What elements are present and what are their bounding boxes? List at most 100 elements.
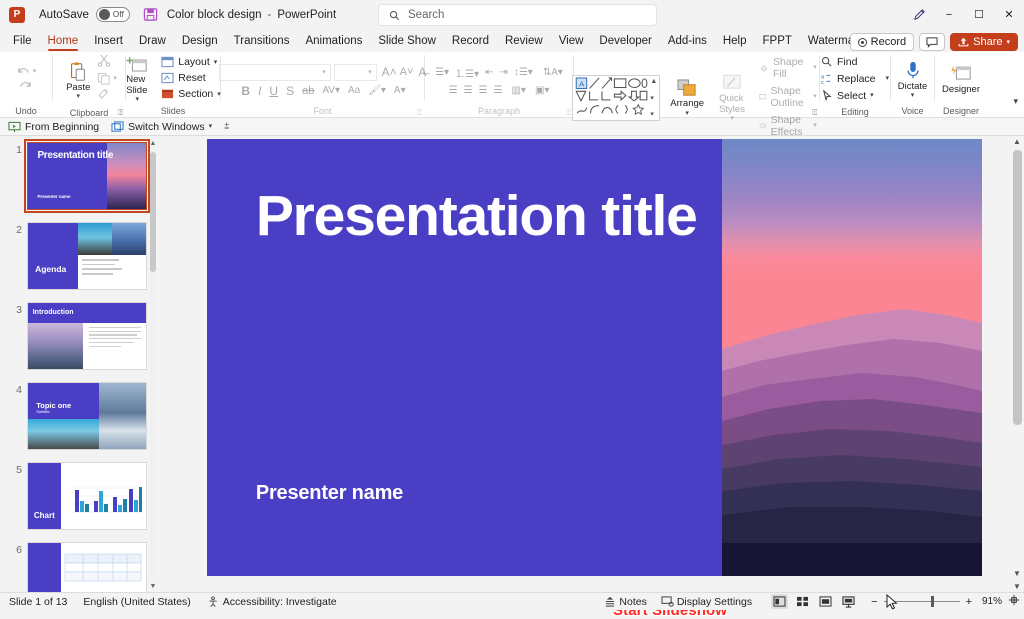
tab-design[interactable]: Design [174, 31, 226, 52]
new-slide-button[interactable]: New Slide ▾ [121, 55, 153, 104]
shapes-gallery[interactable]: A ▲ ▾ ▾ [572, 75, 661, 121]
shape-outline-button[interactable]: Shape Outline ▾ [755, 83, 821, 110]
thumbnail-row[interactable]: 6 [0, 542, 160, 592]
slide-presenter-name[interactable]: Presenter name [256, 482, 403, 505]
thumbnail-row[interactable]: 1 Presentation title Presenter name [0, 139, 160, 213]
format-painter-button[interactable] [97, 87, 117, 103]
thumbnail-slide-5[interactable]: Chart [27, 462, 147, 530]
clipboard-dialog-launcher[interactable]: ⍐ [118, 108, 123, 118]
align-center-icon[interactable]: ☰ [464, 85, 473, 96]
arrange-chevron-down-icon[interactable]: ▾ [685, 110, 689, 117]
tab-view[interactable]: View [551, 31, 592, 52]
text-shadow-button[interactable]: S [286, 84, 294, 98]
tab-record[interactable]: Record [444, 31, 497, 52]
from-beginning-button[interactable]: From Beginning [8, 121, 99, 133]
pen-icon[interactable] [904, 0, 934, 29]
arrange-button[interactable]: Arrange ▾ [665, 78, 709, 118]
new-slide-chevron-down-icon[interactable]: ▾ [135, 96, 139, 103]
notes-button[interactable]: Notes [604, 596, 647, 608]
layout-button[interactable]: Layout ▾ [157, 55, 225, 70]
font-dialog-launcher[interactable]: ⍐ [417, 108, 422, 118]
save-icon[interactable] [143, 7, 158, 22]
quick-styles-chevron-down-icon[interactable]: ▾ [730, 115, 734, 122]
fit-to-window-icon[interactable] [1008, 594, 1020, 609]
share-chevron-down-icon[interactable]: ▾ [1006, 39, 1010, 46]
canvas-scroll-down-arrow-icon[interactable]: ▼ [1010, 569, 1024, 578]
redo-button[interactable] [18, 79, 33, 95]
tab-review[interactable]: Review [497, 31, 551, 52]
font-name-input[interactable]: ▾ [218, 63, 331, 81]
font-size-input[interactable]: ▾ [333, 63, 377, 81]
switch-windows-button[interactable]: Switch Windows ▾ [111, 121, 212, 133]
replace-chevron-down-icon[interactable]: ▾ [886, 75, 890, 82]
thumbnail-row[interactable]: 2 Agenda [0, 222, 160, 290]
autosave-toggle[interactable]: Off [95, 7, 130, 22]
layout-chevron-down-icon[interactable]: ▾ [214, 59, 218, 66]
select-chevron-down-icon[interactable]: ▾ [870, 92, 874, 99]
columns-icon[interactable]: ▥▾ [511, 85, 525, 96]
next-slide-arrow-icon[interactable]: ▼ [1010, 582, 1024, 591]
record-button[interactable]: Record [849, 33, 915, 51]
thumbnail-row[interactable]: 4 Topic one Subtitle [0, 382, 160, 450]
align-left-icon[interactable]: ☰ [449, 85, 458, 96]
comments-button[interactable] [919, 33, 946, 51]
justify-icon[interactable]: ☰ [494, 85, 503, 96]
maximize-button[interactable]: ☐ [964, 0, 994, 29]
numbering-icon[interactable]: ⒈☰▾ [455, 65, 479, 80]
thumbnail-slide-1[interactable]: Presentation title Presenter name [24, 139, 150, 213]
undo-button[interactable]: ▾ [16, 65, 37, 78]
text-highlight-icon[interactable]: 🖌▾ [368, 85, 386, 96]
change-case-icon[interactable]: Aa [348, 85, 360, 96]
canvas-scroll-up-arrow-icon[interactable]: ▲ [1010, 137, 1024, 146]
paragraph-dialog-launcher[interactable]: ⍐ [566, 108, 571, 118]
align-text-icon[interactable]: ▣▾ [535, 85, 549, 96]
sunset-mountains-photo[interactable] [721, 139, 982, 576]
tab-add-ins[interactable]: Add-ins [660, 31, 715, 52]
character-spacing-icon[interactable]: AV▾ [322, 85, 340, 96]
share-button[interactable]: Share ▾ [950, 33, 1018, 51]
zoom-out-button[interactable]: − [871, 596, 877, 608]
canvas-scroll-thumb[interactable] [1013, 150, 1022, 425]
thumbnail-slide-4[interactable]: Topic one Subtitle [27, 382, 147, 450]
paste-button[interactable]: Paste ▾ [61, 60, 95, 102]
slide-title[interactable]: Presentation title [256, 186, 706, 247]
thumbnail-scrollbar[interactable]: ▲ ▼ [148, 140, 158, 590]
quick-styles-button[interactable]: Quick Styles ▾ [714, 73, 750, 123]
more-commands-icon[interactable]: ⩲ [224, 121, 229, 132]
tab-fppt[interactable]: FPPT [755, 31, 800, 52]
accessibility-status[interactable]: Accessibility: Investigate [207, 596, 337, 608]
dictate-button[interactable]: Dictate ▾ [893, 59, 933, 101]
cut-button[interactable] [97, 54, 117, 70]
shrink-font-icon[interactable]: A˅ [400, 66, 414, 78]
tab-transitions[interactable]: Transitions [226, 31, 298, 52]
tab-draw[interactable]: Draw [131, 31, 174, 52]
zoom-level[interactable]: 91% [978, 596, 1002, 607]
thumbnail-scroll-thumb[interactable] [150, 152, 156, 272]
tab-home[interactable]: Home [40, 31, 87, 52]
dictate-chevron-down-icon[interactable]: ▾ [911, 92, 915, 99]
slide-show-view-button[interactable] [840, 594, 857, 609]
decrease-indent-icon[interactable]: ⇤ [485, 67, 493, 78]
shapes-scroll[interactable]: ▲ ▾ ▾ [648, 78, 657, 118]
thumbnail-row[interactable]: 3 Introduction [0, 302, 160, 370]
find-button[interactable]: Find [817, 54, 861, 69]
bullets-icon[interactable]: ☰▾ [435, 67, 449, 78]
designer-button[interactable]: Designer [937, 63, 985, 97]
drawing-dialog-launcher[interactable]: ⍐ [812, 108, 817, 118]
zoom-slider[interactable] [883, 596, 960, 607]
thumbnail-slide-2[interactable]: Agenda [27, 222, 147, 290]
display-settings-button[interactable]: Display Settings [661, 596, 752, 608]
increase-indent-icon[interactable]: ⇥ [499, 67, 507, 78]
grow-font-icon[interactable]: A˄ [382, 65, 397, 79]
shape-fill-button[interactable]: Shape Fill ▾ [755, 54, 821, 81]
slide-thumbnail-panel[interactable]: 1 Presentation title Presenter name 2 Ag… [0, 136, 160, 592]
align-right-icon[interactable]: ☰ [479, 85, 488, 96]
line-spacing-icon[interactable]: ↕☰▾ [514, 67, 533, 78]
tab-help[interactable]: Help [715, 31, 755, 52]
bold-button[interactable]: B [241, 84, 250, 98]
ribbon-collapse-chevron-down-icon[interactable]: ▾ [1013, 96, 1018, 107]
select-button[interactable]: Select ▾ [817, 88, 878, 103]
undo-chevron-down-icon[interactable]: ▾ [33, 68, 37, 75]
scroll-down-arrow-icon[interactable]: ▼ [149, 583, 157, 590]
slide-counter[interactable]: Slide 1 of 13 [9, 596, 67, 608]
